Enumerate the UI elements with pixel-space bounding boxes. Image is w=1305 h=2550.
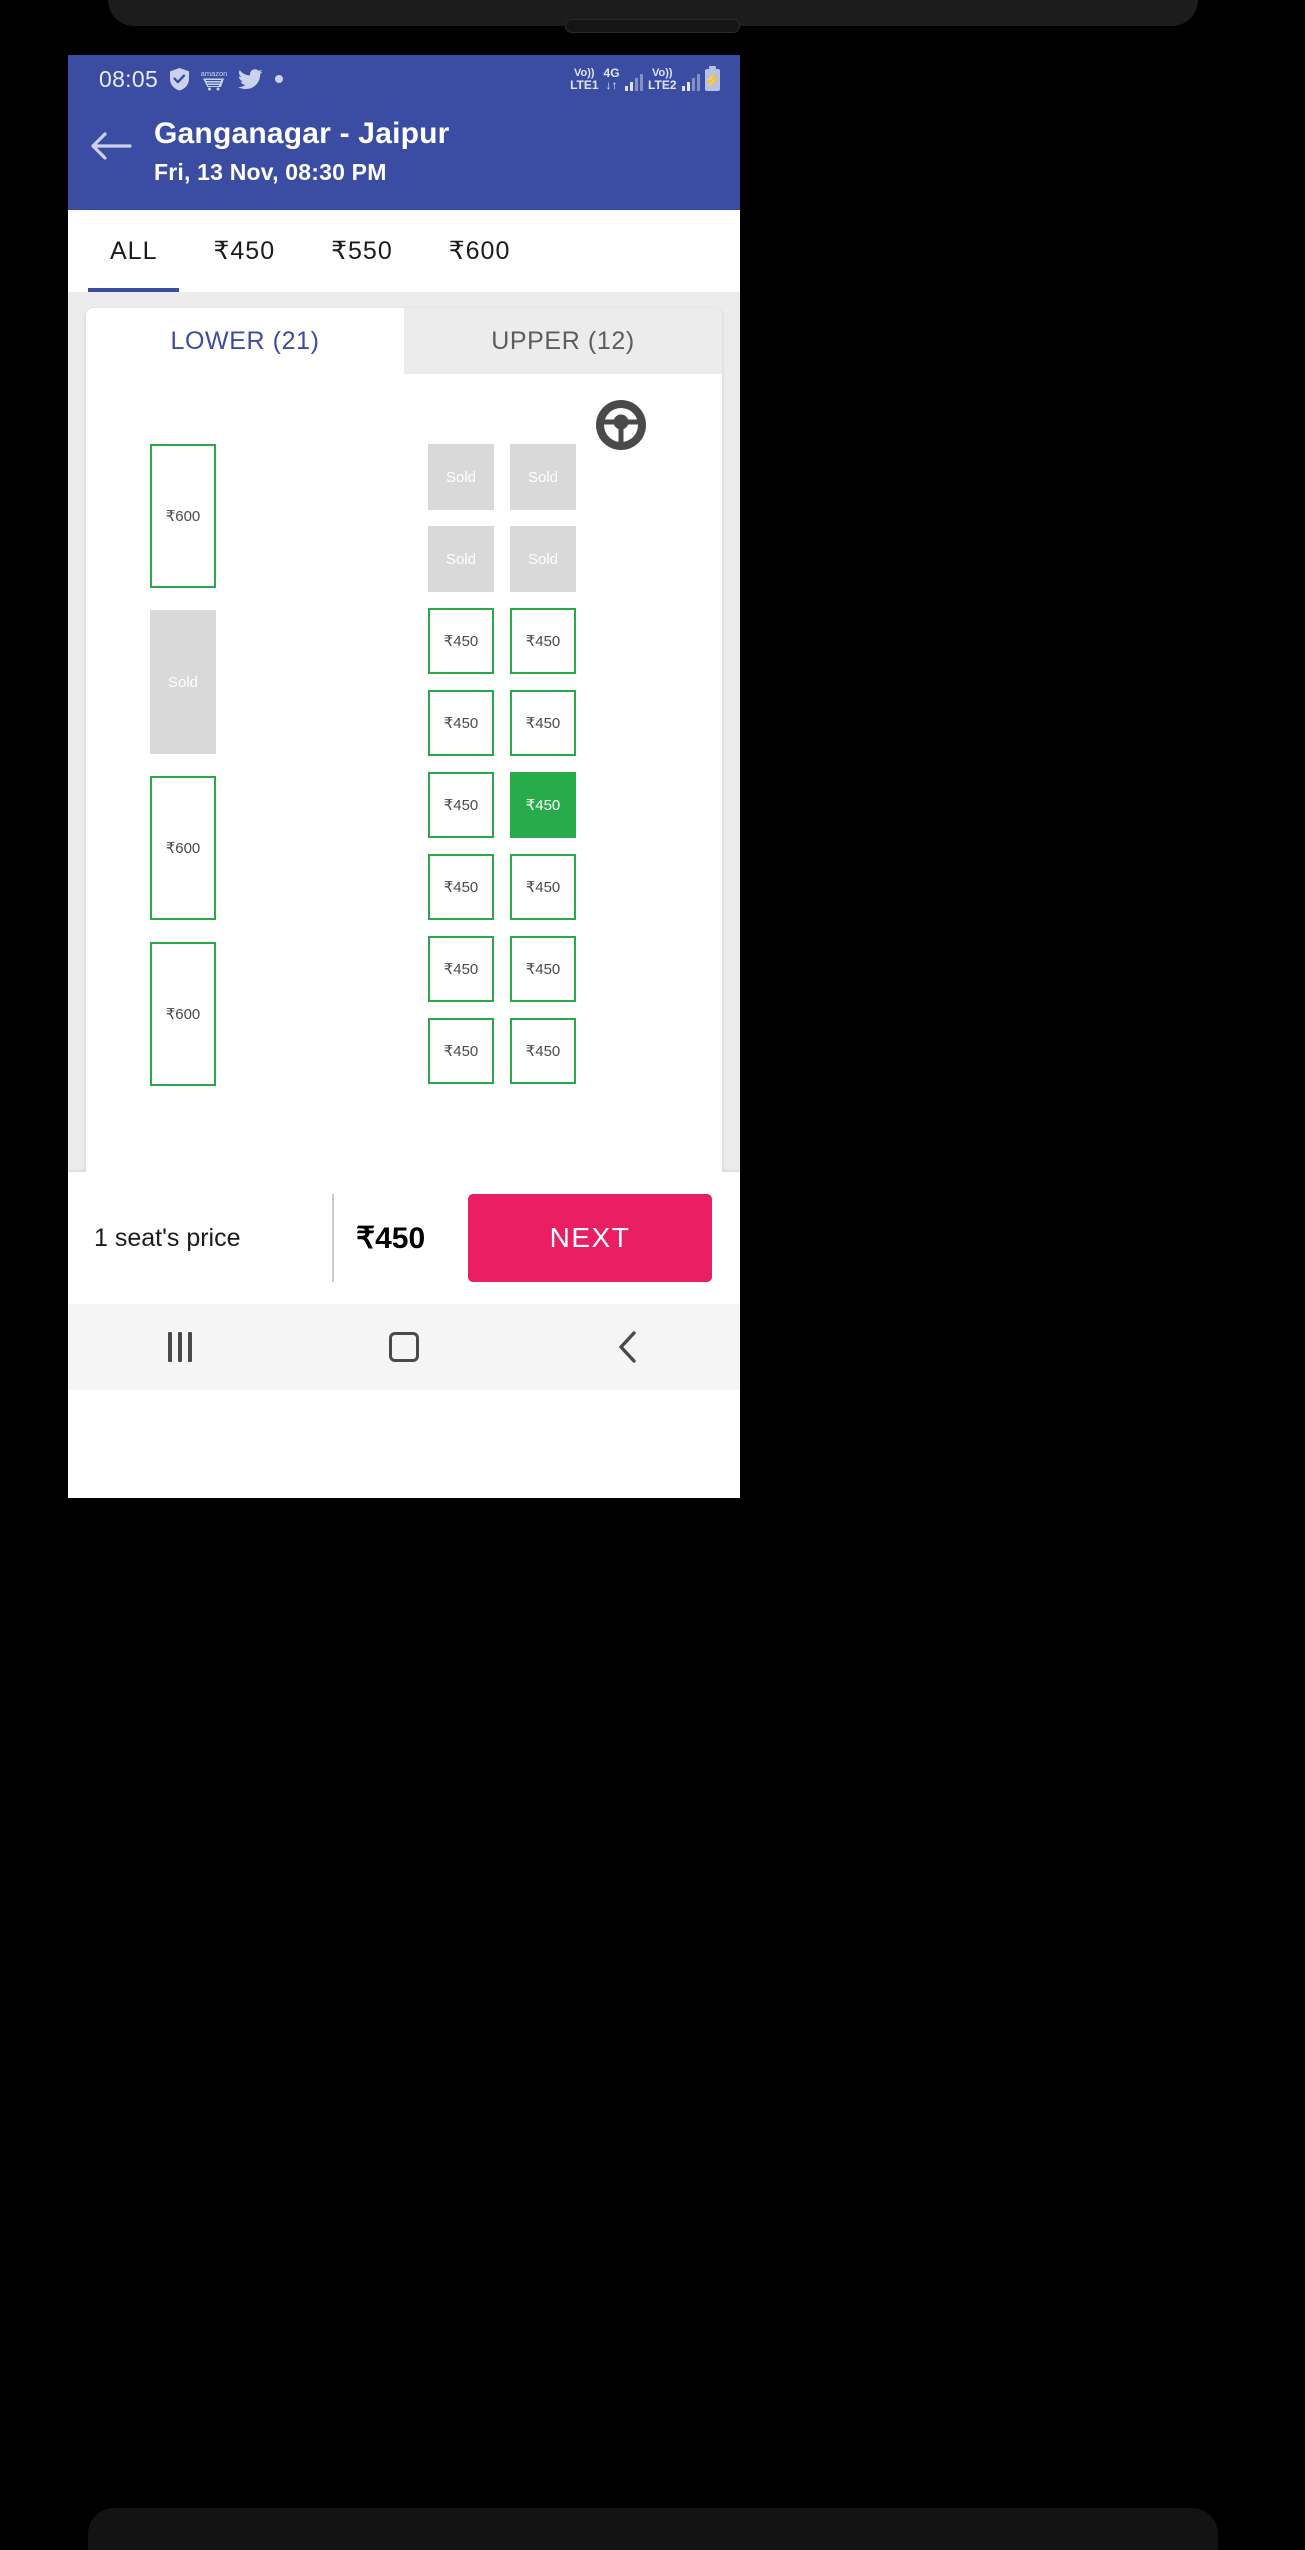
volte1-line2: LTE1 (570, 78, 599, 92)
berth-seat[interactable]: ₹600 (150, 776, 216, 920)
seat-column-right-1: Sold Sold ₹450 ₹450 ₹450 ₹450 ₹450 ₹450 (428, 444, 494, 1086)
network-type-icon: 4G ↓↑ (604, 67, 620, 92)
signal-bars-sim1-icon (624, 74, 644, 92)
volte2-line2: LTE2 (648, 78, 677, 92)
twitter-bird-icon (238, 68, 263, 90)
seat-available[interactable]: ₹450 (428, 608, 494, 674)
shield-check-icon (169, 67, 190, 91)
battery-bolt-glyph: ⚡ (703, 72, 722, 89)
back-arrow-icon[interactable] (68, 117, 154, 161)
price-tab-550[interactable]: ₹550 (303, 210, 421, 292)
seat-map-card: LOWER (21) UPPER (12) ₹600 Sold ₹600 ₹60… (86, 308, 722, 1172)
amazon-cart-icon: amazon (201, 67, 227, 91)
status-bar-left-group: 08:05 amazon (68, 66, 284, 93)
seat-available[interactable]: ₹450 (428, 690, 494, 756)
berth-seat[interactable]: ₹600 (150, 942, 216, 1086)
android-nav-bar (68, 1304, 740, 1390)
seat-selected[interactable]: ₹450 (510, 772, 576, 838)
fare-divider (332, 1194, 334, 1282)
fare-label: 1 seat's price (94, 1223, 241, 1252)
dot-icon (274, 74, 284, 84)
page-subtitle: Fri, 13 Nov, 08:30 PM (154, 159, 387, 185)
status-time: 08:05 (99, 65, 159, 92)
home-icon[interactable] (344, 1304, 464, 1390)
status-bar-right-group: Vo)) LTE1 4G ↓↑ Vo)) LTE2 ⚡ (570, 66, 722, 92)
svg-text:amazon: amazon (201, 69, 227, 78)
tab-lower-deck[interactable]: LOWER (21) (86, 308, 404, 374)
earpiece-speaker (565, 19, 740, 33)
back-chevron-icon[interactable] (568, 1304, 688, 1390)
seat-sold: Sold (510, 444, 576, 510)
seat-grid: ₹600 Sold ₹600 ₹600 Sold Sold ₹450 ₹450 (86, 374, 722, 1086)
app-header: Ganganagar - Jaipur Fri, 13 Nov, 08:30 P… (68, 103, 740, 210)
battery-charging-icon: ⚡ (703, 66, 722, 92)
seat-column-right-2: Sold Sold ₹450 ₹450 ₹450 ₹450 ₹450 ₹450 (510, 444, 576, 1086)
seat-available[interactable]: ₹450 (510, 608, 576, 674)
page-title: Ganganagar - Jaipur (154, 117, 450, 150)
steering-wheel-icon (594, 398, 648, 452)
signal-bars-sim2-icon (681, 74, 700, 92)
price-tab-600[interactable]: ₹600 (421, 210, 539, 292)
seat-available[interactable]: ₹450 (428, 936, 494, 1002)
network-arrows-icon: ↓↑ (605, 78, 618, 92)
seat-available[interactable]: ₹450 (428, 1018, 494, 1084)
volte2-icon: Vo)) LTE2 (648, 67, 677, 92)
header-text-group: Ganganagar - Jaipur Fri, 13 Nov, 08:30 P… (154, 117, 450, 186)
fare-amount: ₹450 (356, 1221, 426, 1255)
deck-body: ₹600 Sold ₹600 ₹600 Sold Sold ₹450 ₹450 (86, 374, 722, 1086)
fare-summary-bar: 1 seat's price ₹450 NEXT (68, 1172, 740, 1304)
phone-bottom-bezel (88, 2508, 1218, 2550)
price-filter-tabs: ALL ₹450 ₹550 ₹600 (68, 210, 740, 292)
seat-sold: Sold (428, 526, 494, 592)
seat-sold: Sold (510, 526, 576, 592)
seat-available[interactable]: ₹450 (428, 854, 494, 920)
seat-columns-right: Sold Sold ₹450 ₹450 ₹450 ₹450 ₹450 ₹450 … (428, 444, 576, 1086)
phone-frame: 08:05 amazon Vo)) LTE1 4G ↓↑ Vo)) LTE2 ⚡… (0, 0, 1305, 2550)
price-tab-450[interactable]: ₹450 (185, 210, 303, 292)
recents-icon[interactable] (120, 1304, 240, 1390)
seat-available[interactable]: ₹450 (510, 1018, 576, 1084)
phone-screen: 08:05 amazon Vo)) LTE1 4G ↓↑ Vo)) LTE2 ⚡… (68, 55, 740, 1498)
berth-seat-sold: Sold (150, 610, 216, 754)
berth-seat[interactable]: ₹600 (150, 444, 216, 588)
next-button[interactable]: NEXT (468, 1194, 712, 1282)
seat-column-left: ₹600 Sold ₹600 ₹600 (150, 444, 300, 1086)
volte1-icon: Vo)) LTE1 (570, 67, 599, 92)
tab-upper-deck[interactable]: UPPER (12) (404, 308, 722, 374)
deck-tabs: LOWER (21) UPPER (12) (86, 308, 722, 374)
seat-selection-area: LOWER (21) UPPER (12) ₹600 Sold ₹600 ₹60… (68, 292, 740, 1172)
seat-available[interactable]: ₹450 (510, 690, 576, 756)
price-tab-all[interactable]: ALL (82, 210, 185, 292)
seat-sold: Sold (428, 444, 494, 510)
seat-available[interactable]: ₹450 (510, 936, 576, 1002)
seat-available[interactable]: ₹450 (510, 854, 576, 920)
seat-available[interactable]: ₹450 (428, 772, 494, 838)
status-bar: 08:05 amazon Vo)) LTE1 4G ↓↑ Vo)) LTE2 ⚡ (68, 55, 740, 103)
